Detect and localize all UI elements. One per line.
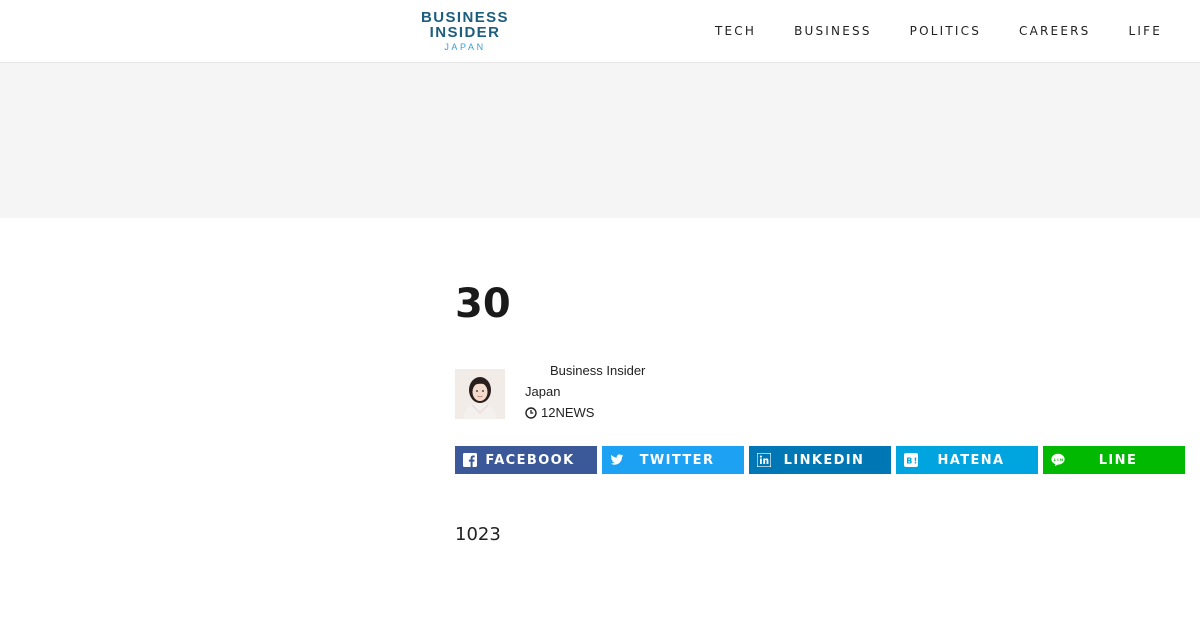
- article-body-text: 1023: [455, 524, 501, 545]
- share-linkedin-button[interactable]: LINKEDIN: [749, 446, 891, 474]
- nav-item-tech[interactable]: TECH: [715, 24, 756, 38]
- share-facebook-label: FACEBOOK: [485, 452, 575, 468]
- nav-item-business[interactable]: BUSINESS: [794, 24, 872, 38]
- author-name[interactable]: Business Insider: [550, 363, 645, 378]
- facebook-icon: [463, 453, 477, 467]
- svg-text:B!: B!: [906, 457, 918, 466]
- clock-icon: [525, 406, 537, 419]
- author-block: Business Insider Japan 12 NEWS: [455, 362, 755, 428]
- share-hatena-label: HATENA: [937, 452, 1005, 468]
- share-buttons: FACEBOOK TWITTER LINKEDIN B! HATENA LIN …: [455, 446, 1185, 474]
- main-nav: TECH BUSINESS POLITICS CAREERS LIFE: [715, 0, 1162, 62]
- twitter-icon: [610, 453, 624, 467]
- hatena-icon: B!: [904, 453, 918, 467]
- author-avatar[interactable]: [455, 369, 505, 419]
- share-line-label: LINE: [1098, 452, 1138, 468]
- ad-banner: [0, 63, 1200, 218]
- share-twitter-button[interactable]: TWITTER: [602, 446, 744, 474]
- line-icon: LINE: [1051, 453, 1067, 467]
- article-title: 30: [455, 281, 511, 327]
- logo-line-japan: JAPAN: [444, 42, 486, 52]
- logo-line-insider: INSIDER: [429, 24, 501, 41]
- nav-item-life[interactable]: LIFE: [1128, 24, 1162, 38]
- svg-text:LINE: LINE: [1054, 458, 1065, 462]
- share-linkedin-label: LINKEDIN: [783, 452, 865, 468]
- article-meta: 12 NEWS: [525, 405, 594, 420]
- logo-line-business: BUSINESS: [421, 9, 509, 26]
- share-line-button[interactable]: LINE LINE: [1043, 446, 1185, 474]
- linkedin-icon: [756, 452, 772, 468]
- author-name-continued[interactable]: Japan: [525, 384, 560, 399]
- article-category[interactable]: NEWS: [555, 405, 594, 420]
- share-facebook-button[interactable]: FACEBOOK: [455, 446, 597, 474]
- share-hatena-button[interactable]: B! HATENA: [896, 446, 1038, 474]
- site-logo[interactable]: BUSINESS INSIDER JAPAN: [420, 10, 510, 52]
- publish-date: 12: [541, 405, 556, 420]
- share-twitter-label: TWITTER: [639, 452, 715, 468]
- site-header: BUSINESS INSIDER JAPAN TECH BUSINESS POL…: [0, 0, 1200, 63]
- nav-item-politics[interactable]: POLITICS: [910, 24, 981, 38]
- nav-item-careers[interactable]: CAREERS: [1019, 24, 1090, 38]
